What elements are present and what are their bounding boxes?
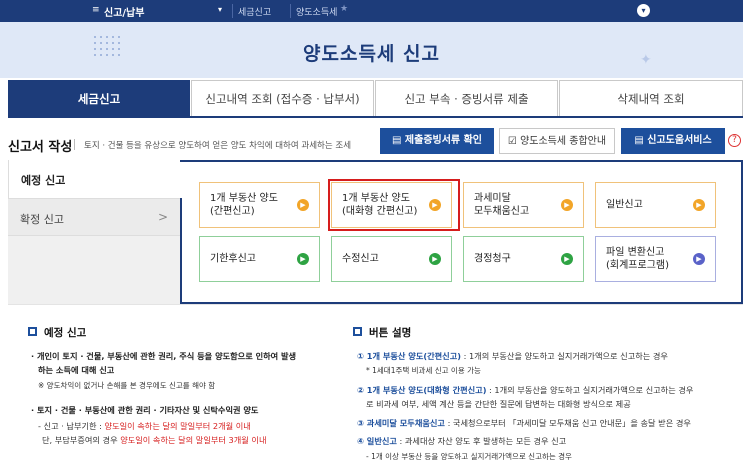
square-bullet-icon xyxy=(28,327,37,336)
top-navigation-bar: ≡ 신고/납부 ▾ 세금신고 양도소득세 ★ ▾ xyxy=(0,0,743,22)
option-general-report[interactable]: 일반신고 ▶ xyxy=(595,182,716,228)
option-prefilled-report[interactable]: 과세미달 모두채움신고 ▶ xyxy=(463,182,584,228)
button-desc-4-cont: - 1개 이상 부동산 등을 양도하고 실지거래가액으로 신고하는 경우 xyxy=(366,452,572,461)
breadcrumb-tax-report[interactable]: 세금신고 xyxy=(238,5,271,18)
info-deadline: - 신고 · 납부기한 : 양도일이 속하는 달의 말일부터 2개월 이내 xyxy=(38,421,251,431)
checkbox-icon: ☑ xyxy=(507,136,521,147)
info-text: 하는 소득에 대해 신고 xyxy=(38,365,115,375)
info-note: ※ 양도차익이 없거나 손해를 본 경우에도 신고를 해야 함 xyxy=(38,381,216,390)
breadcrumb-divider xyxy=(290,4,291,18)
button-desc-3: ③ 과세미달 모두채움신고 : 국세청으로부터 「과세미달 모두채움 신고 안내… xyxy=(357,418,691,428)
section-description: 토지 · 건물 등을 유상으로 양도하여 얻은 양도 차익에 대하여 과세하는 … xyxy=(84,141,352,151)
info-divider xyxy=(8,304,743,305)
info-heading-preliminary: 예정 신고 xyxy=(44,327,87,339)
info-deadline-exception: 단, 부담부증여의 경우 양도일이 속하는 달의 말일부터 3개월 이내 xyxy=(42,435,267,445)
chevron-down-icon[interactable]: ▾ xyxy=(637,4,650,17)
page-banner: 양도소득세 신고 ✦ xyxy=(0,22,743,78)
info-text: · 토지 · 건물 · 부동산에 관한 권리 · 기타자산 및 신탁수익권 양도 xyxy=(31,405,259,415)
info-text: · 개인이 토지 · 건물, 부동산에 관한 권리, 주식 등을 양도함으로 인… xyxy=(31,351,297,361)
option-refund-claim[interactable]: 경정청구 ▶ xyxy=(463,236,584,282)
arrow-right-icon: ▶ xyxy=(429,253,441,265)
menu-item-preliminary[interactable]: 예정 신고 xyxy=(8,160,180,198)
button-desc-1: ① 1개 부동산 양도(간편신고) : 1개의 부동산을 양도하고 실지거래가액… xyxy=(357,351,668,361)
option-file-conversion-report[interactable]: 파일 변환신고 (회계프로그램) ▶ xyxy=(595,236,716,282)
tabs-underline xyxy=(8,116,743,118)
sparkle-decoration-icon: ✦ xyxy=(640,52,652,68)
panel-border xyxy=(180,198,182,304)
tab-submit-documents[interactable]: 신고 부속 · 증빙서류 제출 xyxy=(375,80,558,116)
arrow-right-icon: ▶ xyxy=(297,253,309,265)
arrow-right-icon: ▶ xyxy=(561,199,573,211)
button-desc-note: * 1세대1주택 비과세 신고 이용 가능 xyxy=(366,366,481,375)
chevron-right-icon: > xyxy=(158,210,169,224)
dropdown-triangle-icon[interactable]: ▾ xyxy=(218,5,222,14)
docs-check-button[interactable]: ▤ 제출증빙서류 확인 xyxy=(380,128,494,154)
breadcrumb-divider xyxy=(232,4,233,18)
section-divider xyxy=(74,139,75,150)
selection-highlight-box xyxy=(328,179,460,231)
main-tabs: 세금신고 신고내역 조회 (접수증 · 납부서) 신고 부속 · 증빙서류 제출… xyxy=(8,80,743,116)
arrow-right-icon: ▶ xyxy=(297,199,309,211)
arrow-right-icon: ▶ xyxy=(693,253,705,265)
breadcrumb-capital-gains[interactable]: 양도소득세 xyxy=(296,5,337,18)
tab-tax-report[interactable]: 세금신고 xyxy=(8,80,190,116)
book-icon: ▤ xyxy=(634,135,648,146)
tab-deleted-history[interactable]: 삭제내역 조회 xyxy=(559,80,743,116)
button-desc-2-cont: 로 비과세 여부, 세액 계산 등을 간단한 질문에 답변하는 대화형 방식으로… xyxy=(366,399,631,409)
option-late-report[interactable]: 기한후신고 ▶ xyxy=(199,236,320,282)
arrow-right-icon: ▶ xyxy=(561,253,573,265)
menu-item-final[interactable]: 확정 신고 > xyxy=(8,198,180,236)
menu-icon[interactable]: ≡ xyxy=(92,5,100,15)
option-amended-report[interactable]: 수정신고 ▶ xyxy=(331,236,452,282)
page-title: 양도소득세 신고 xyxy=(303,43,440,65)
option-simple-report[interactable]: 1개 부동산 양도 (간편신고) ▶ xyxy=(199,182,320,228)
section-title: 신고서 작성 xyxy=(8,140,73,155)
tab-report-history[interactable]: 신고내역 조회 (접수증 · 납부서) xyxy=(191,80,374,116)
tax-guide-button[interactable]: ☑ 양도소득세 종합안내 xyxy=(499,128,615,154)
arrow-right-icon: ▶ xyxy=(693,199,705,211)
info-heading-buttons: 버튼 설명 xyxy=(369,327,412,339)
report-help-button[interactable]: ▤ 신고도움서비스 xyxy=(621,128,725,154)
report-type-menu: 예정 신고 확정 신고 > xyxy=(8,160,180,304)
favorite-star-icon[interactable]: ★ xyxy=(340,4,348,14)
square-bullet-icon xyxy=(353,327,362,336)
breadcrumb-menu[interactable]: 신고/납부 xyxy=(104,4,144,19)
button-desc-2: ② 1개 부동산 양도(대화형 간편신고) : 1개의 부동산을 양도하고 실지… xyxy=(357,385,694,395)
button-desc-4: ④ 일반신고 : 과세대상 자산 양도 후 발생하는 모든 경우 신고 xyxy=(357,436,567,446)
help-icon[interactable]: ? xyxy=(728,134,741,147)
book-icon: ▤ xyxy=(391,135,405,146)
